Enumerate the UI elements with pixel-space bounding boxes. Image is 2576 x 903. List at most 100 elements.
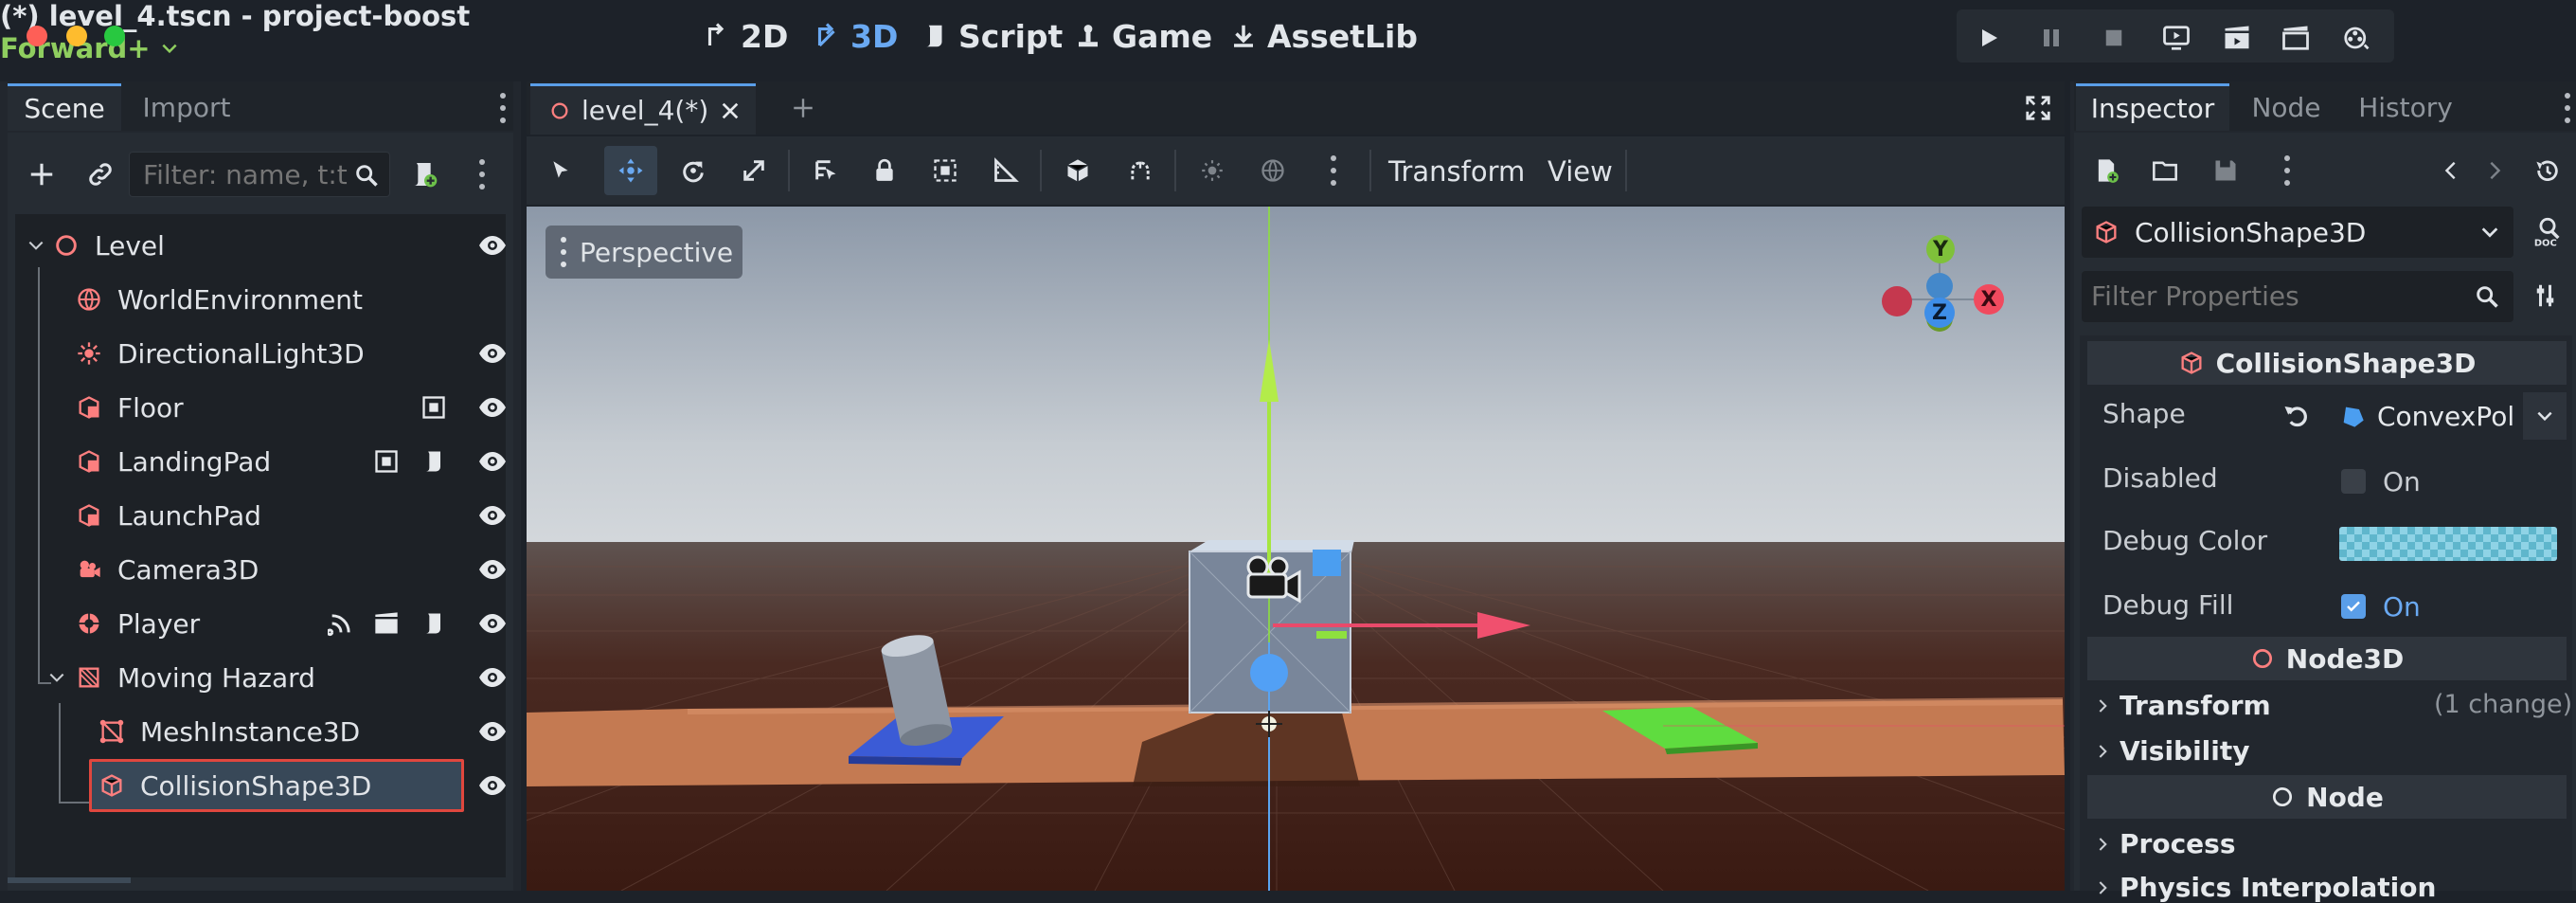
property-filter-field[interactable] [2082, 271, 2513, 322]
play-button[interactable] [1972, 21, 2006, 55]
preview-menu-icon[interactable] [1331, 155, 1336, 186]
movie-maker-button[interactable] [2339, 21, 2373, 55]
visibility-eye-icon[interactable] [477, 448, 508, 475]
history-back-button[interactable] [2432, 152, 2470, 190]
attach-script-button[interactable] [405, 155, 443, 193]
gizmo-x-axis[interactable]: X [1974, 284, 2004, 315]
scene-tree-menu-icon[interactable] [479, 159, 485, 190]
scene-filter-field[interactable] [129, 152, 390, 197]
revert-icon[interactable] [2282, 402, 2311, 430]
run-specific-scene-button[interactable] [2279, 21, 2313, 55]
run-current-scene-button[interactable] [2220, 21, 2254, 55]
gizmo-z-axis[interactable]: Z [1924, 298, 1955, 328]
scene-dock-menu-icon[interactable] [500, 93, 506, 123]
scale-mode-button[interactable] [735, 152, 773, 190]
clapperboard-icon[interactable] [373, 610, 400, 637]
preview-sun-button[interactable] [1193, 152, 1231, 190]
visibility-eye-icon[interactable] [477, 232, 508, 259]
tree-item-launchpad[interactable]: LaunchPad [19, 489, 511, 542]
move-mode-button[interactable] [604, 146, 657, 195]
tab-inspector[interactable]: Inspector [2076, 83, 2229, 131]
tree-item-level[interactable]: Level [19, 219, 511, 272]
visibility-group[interactable]: Visibility [2095, 735, 2250, 767]
group-selected-icon[interactable] [420, 394, 447, 421]
rotate-mode-button[interactable] [674, 152, 712, 190]
3d-viewport[interactable]: Perspective Y X Z [527, 207, 2065, 891]
signals-icon[interactable] [328, 610, 354, 637]
tree-item-player[interactable]: Player [19, 597, 511, 650]
chevron-down-icon[interactable] [47, 664, 66, 691]
tab-node[interactable]: Node [2237, 83, 2335, 131]
inspector-dock-menu-icon[interactable] [2565, 93, 2570, 123]
visibility-eye-icon[interactable] [477, 610, 508, 637]
maximize-window-button[interactable] [104, 26, 125, 46]
lock-button[interactable] [866, 152, 903, 190]
open-docs-button[interactable]: DOC [2529, 212, 2567, 250]
workspace-script[interactable]: Script [921, 15, 1063, 57]
object-history-button[interactable] [2529, 152, 2567, 190]
debug-color-swatch[interactable] [2339, 527, 2557, 561]
disabled-checkbox[interactable]: On [2332, 461, 2567, 502]
close-window-button[interactable] [27, 26, 47, 46]
list-select-button[interactable] [807, 152, 845, 190]
view-menu[interactable]: View [1547, 155, 1613, 188]
inspector-extra-menu-icon[interactable] [2284, 155, 2290, 186]
workspace-3d[interactable]: 3D [813, 15, 898, 57]
ruler-button[interactable] [987, 152, 1025, 190]
visibility-eye-icon[interactable] [477, 394, 508, 421]
load-resource-button[interactable] [2146, 152, 2184, 190]
scene-filter-input[interactable] [143, 160, 351, 189]
script-icon[interactable] [420, 448, 447, 475]
tree-item-meshinstance3d[interactable]: MeshInstance3D [19, 705, 511, 758]
snap-button[interactable] [1121, 152, 1159, 190]
add-scene-tab-button[interactable] [784, 89, 822, 127]
select-mode-button[interactable] [542, 152, 580, 190]
add-node-button[interactable] [23, 155, 61, 193]
visibility-eye-icon[interactable] [477, 340, 508, 367]
local-space-button[interactable] [1059, 152, 1097, 190]
shape-resource-picker[interactable]: ConvexPol [2332, 392, 2521, 440]
visibility-eye-icon[interactable] [477, 664, 508, 691]
transform-menu[interactable]: Transform [1388, 155, 1525, 188]
tree-item-collisionshape3d[interactable]: CollisionShape3D [19, 759, 511, 812]
close-icon[interactable] [720, 100, 741, 121]
object-selector[interactable]: CollisionShape3D [2082, 207, 2513, 258]
history-forward-button[interactable] [2476, 152, 2513, 190]
minimize-window-button[interactable] [66, 26, 87, 46]
tab-import[interactable]: Import [127, 83, 246, 131]
visibility-eye-icon[interactable] [477, 772, 508, 799]
pause-button[interactable] [2034, 21, 2068, 55]
distraction-free-button[interactable] [2019, 89, 2057, 127]
debug-fill-checkbox[interactable]: On [2332, 586, 2567, 627]
group-button[interactable] [926, 152, 964, 190]
chevron-down-icon[interactable] [27, 232, 45, 259]
tree-item-worldenvironment[interactable]: WorldEnvironment [19, 273, 511, 326]
inspector-tools-button[interactable] [2529, 277, 2567, 315]
property-filter-input[interactable] [2091, 280, 2451, 311]
preview-environment-button[interactable] [1254, 152, 1292, 190]
remote-debug-button[interactable] [2159, 21, 2193, 55]
tab-scene[interactable]: Scene [8, 83, 121, 131]
process-group[interactable]: Process [2095, 828, 2236, 859]
perspective-menu-button[interactable]: Perspective [546, 226, 742, 279]
visibility-eye-icon[interactable] [477, 556, 508, 583]
tree-item-floor[interactable]: Floor [19, 381, 511, 434]
scene-tab-level4[interactable]: level_4(*) [530, 83, 756, 135]
save-resource-button[interactable] [2207, 152, 2245, 190]
tree-item-camera3d[interactable]: Camera3D [19, 543, 511, 596]
new-resource-button[interactable] [2087, 152, 2125, 190]
instantiate-scene-button[interactable] [81, 155, 119, 193]
stop-button[interactable] [2097, 21, 2131, 55]
workspace-game[interactable]: Game [1074, 15, 1212, 57]
tree-item-landingpad[interactable]: LandingPad [19, 435, 511, 488]
tree-item-moving-hazard[interactable]: Moving Hazard [19, 651, 511, 704]
gizmo-y-axis[interactable]: Y [1926, 235, 1955, 263]
tree-item-directionallight3d[interactable]: DirectionalLight3D [19, 327, 511, 380]
group-selected-icon[interactable] [373, 448, 400, 475]
physics-interpolation-group[interactable]: Physics Interpolation [2095, 872, 2436, 903]
visibility-eye-icon[interactable] [477, 718, 508, 745]
script-icon[interactable] [420, 610, 447, 637]
shape-dropdown-button[interactable] [2523, 392, 2567, 440]
workspace-assetlib[interactable]: AssetLib [1229, 15, 1418, 57]
navigation-gizmo[interactable]: Y X Z [1881, 220, 2004, 371]
